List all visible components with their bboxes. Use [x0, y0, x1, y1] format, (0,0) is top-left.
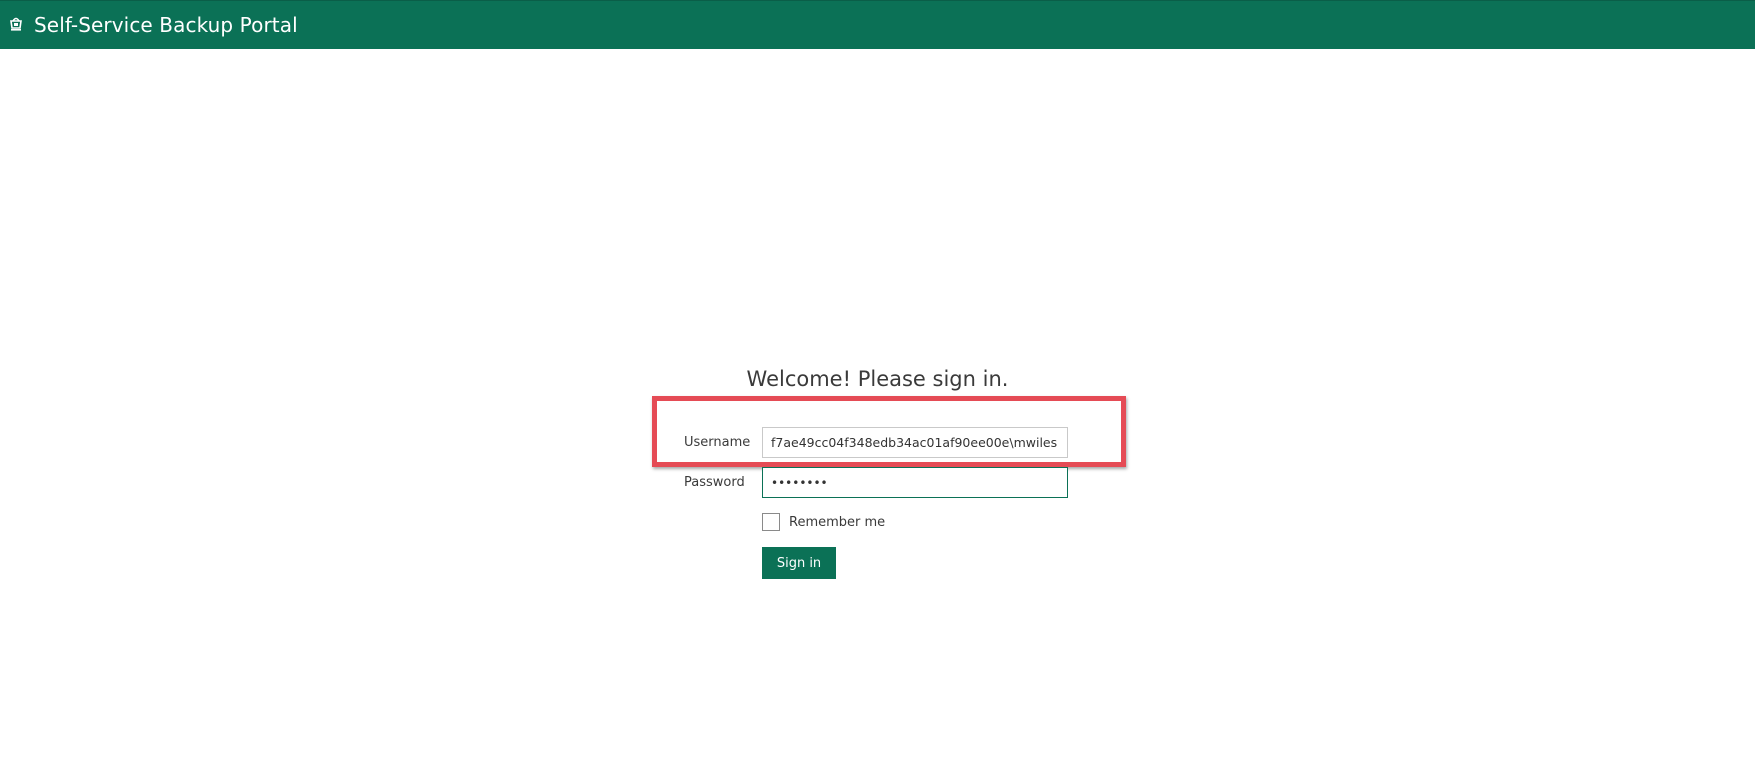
password-label: Password [684, 475, 745, 490]
username-input[interactable] [762, 427, 1068, 458]
remember-me-row: Remember me [762, 513, 885, 531]
remember-me-checkbox[interactable] [762, 513, 780, 531]
password-input[interactable] [762, 467, 1068, 498]
username-label: Username [684, 435, 751, 450]
portal-logo-icon [8, 16, 24, 32]
welcome-heading: Welcome! Please sign in. [746, 367, 1009, 391]
sign-in-button[interactable]: Sign in [762, 547, 836, 579]
remember-me-label[interactable]: Remember me [789, 515, 885, 530]
top-header-bar: Self-Service Backup Portal [0, 0, 1755, 49]
app-title: Self-Service Backup Portal [34, 13, 298, 37]
